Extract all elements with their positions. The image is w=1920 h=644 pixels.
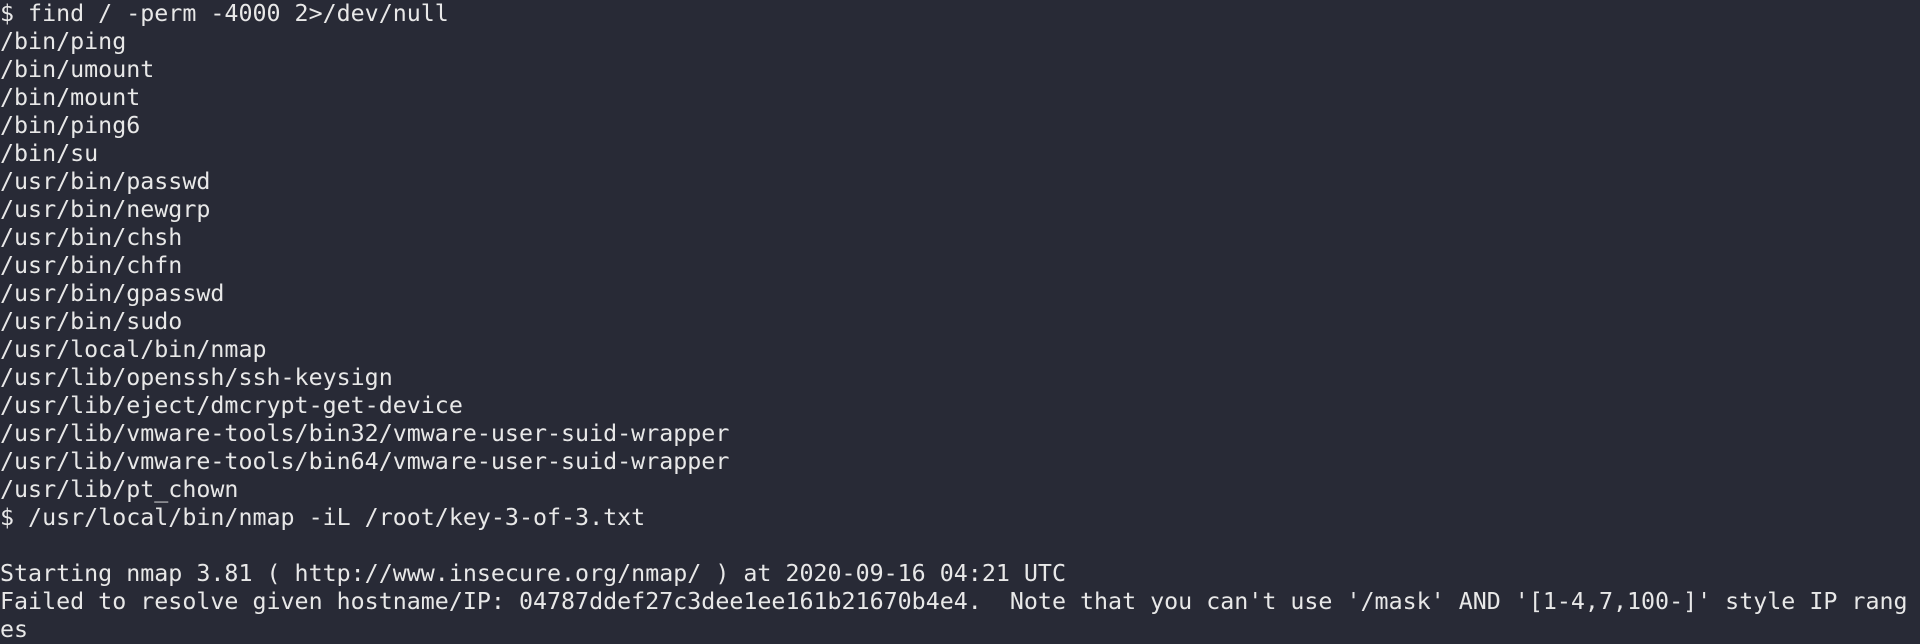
terminal-line: /usr/lib/vmware-tools/bin32/vmware-user-… <box>0 420 730 447</box>
terminal-output[interactable]: $ find / -perm -4000 2>/dev/null/bin/pin… <box>0 0 1920 643</box>
terminal-line: Failed to resolve given hostname/IP: 047… <box>0 588 1908 615</box>
terminal-line: /bin/ping <box>0 28 127 55</box>
terminal-line: /usr/bin/gpasswd <box>0 280 225 307</box>
terminal-line: /usr/bin/sudo <box>0 308 183 335</box>
terminal-line: /usr/bin/newgrp <box>0 196 211 223</box>
terminal-line: /usr/bin/chsh <box>0 224 183 251</box>
terminal-line: /usr/lib/openssh/ssh-keysign <box>0 364 393 391</box>
terminal-line: $ find / -perm -4000 2>/dev/null <box>0 0 449 27</box>
terminal-line: /usr/lib/pt_chown <box>0 476 239 503</box>
terminal-line: /usr/lib/vmware-tools/bin64/vmware-user-… <box>0 448 730 475</box>
terminal-line: Starting nmap 3.81 ( http://www.insecure… <box>0 560 1066 587</box>
terminal-line: /usr/local/bin/nmap <box>0 336 267 363</box>
terminal-line: $ /usr/local/bin/nmap -iL /root/key-3-of… <box>0 504 646 531</box>
terminal-line: /usr/lib/eject/dmcrypt-get-device <box>0 392 463 419</box>
terminal-line: /usr/bin/chfn <box>0 252 183 279</box>
terminal-line: /bin/mount <box>0 84 141 111</box>
terminal-line: /bin/su <box>0 140 99 167</box>
terminal-line: /usr/bin/passwd <box>0 168 211 195</box>
terminal-line: /bin/umount <box>0 56 155 83</box>
terminal-line: /bin/ping6 <box>0 112 141 139</box>
terminal-line: es <box>0 616 29 643</box>
